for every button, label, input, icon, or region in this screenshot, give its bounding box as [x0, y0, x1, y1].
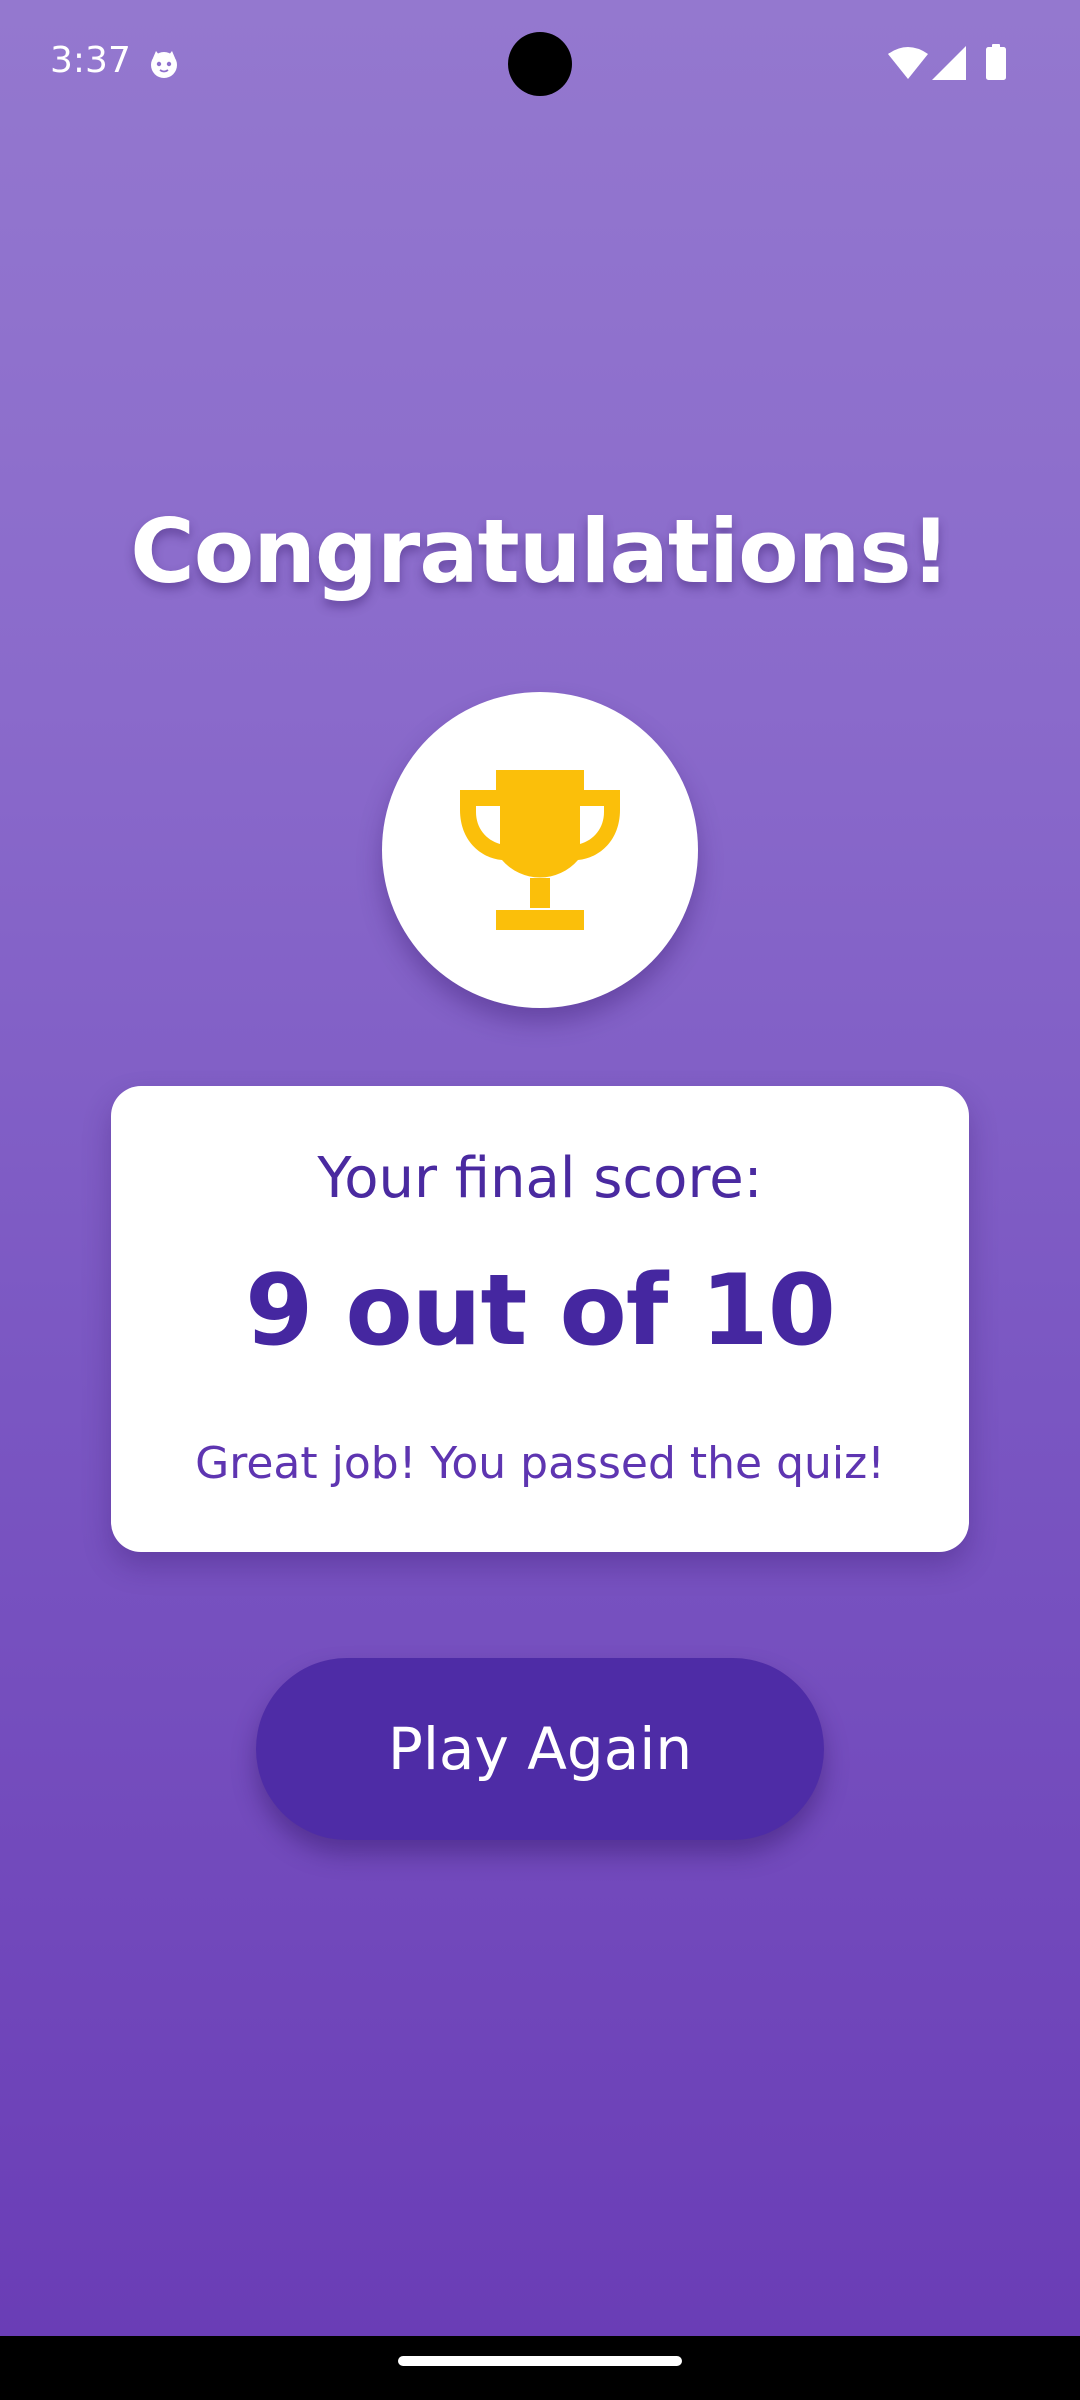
android-cat-icon: [151, 51, 177, 78]
wifi-icon: [888, 47, 928, 79]
play-again-button[interactable]: Play Again: [256, 1658, 824, 1840]
status-time: 3:37: [50, 40, 131, 81]
result-message: Great job! You passed the quiz!: [195, 1438, 885, 1489]
navigation-bar: [0, 2336, 1080, 2400]
signal-icon: [932, 46, 966, 80]
final-score-label: Your final score:: [317, 1146, 763, 1211]
trophy-badge: [382, 692, 698, 1008]
trophy-icon: [460, 770, 620, 930]
congratulations-title: Congratulations!: [130, 500, 951, 603]
final-score-value: 9 out of 10: [245, 1254, 836, 1368]
score-card: Your final score: 9 out of 10 Great job!…: [111, 1086, 969, 1552]
quiz-result-screen: 3:37 Congratulations! Your final score: …: [0, 0, 1080, 2336]
status-bar: 3:37: [0, 0, 1080, 130]
camera-cutout: [508, 32, 572, 96]
home-gesture-handle[interactable]: [398, 2356, 682, 2366]
battery-icon: [986, 44, 1006, 80]
